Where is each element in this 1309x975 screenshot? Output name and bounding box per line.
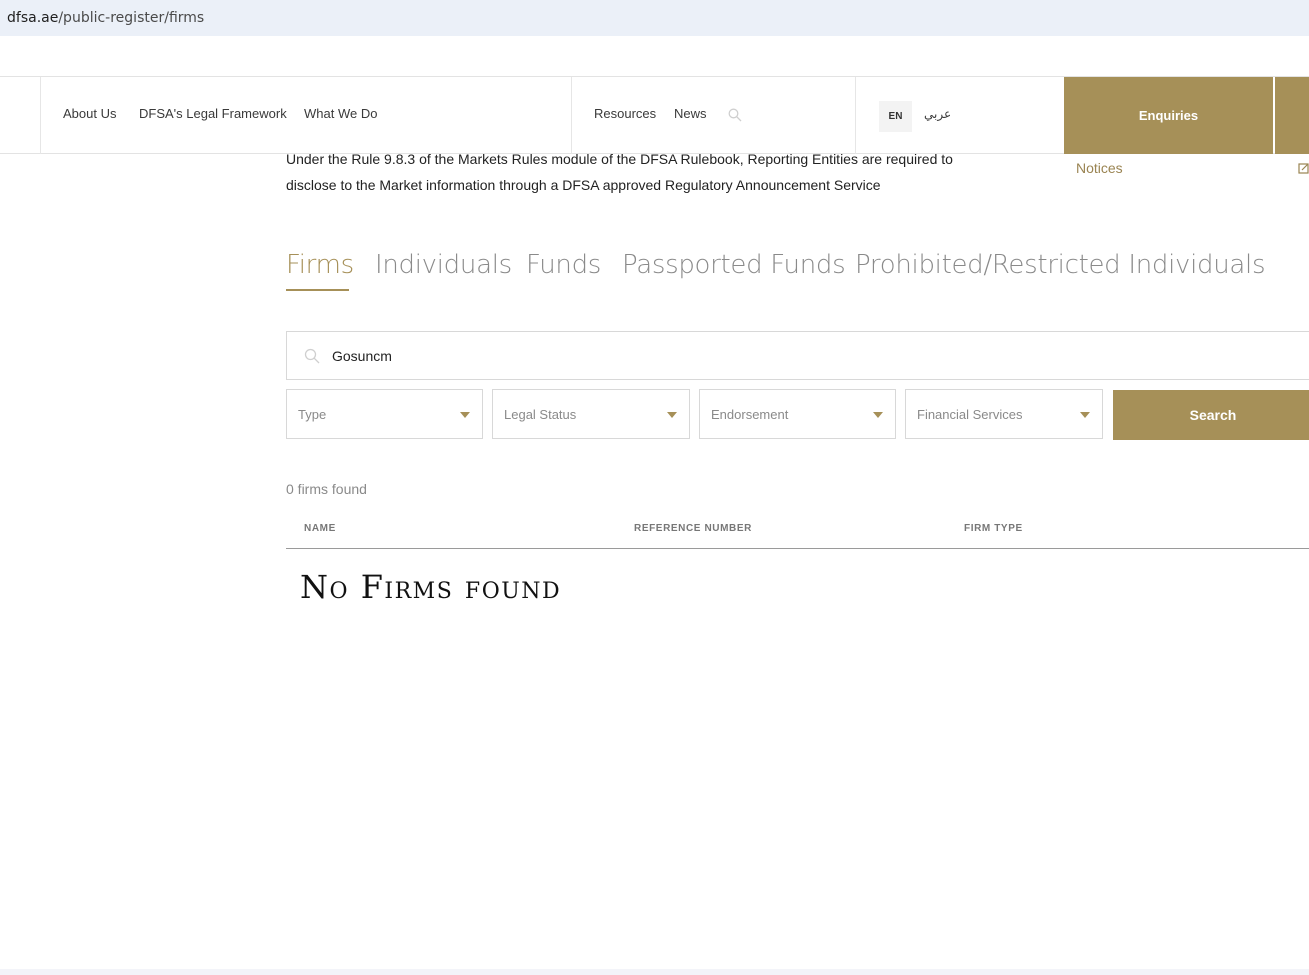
nav-about-us[interactable]: About Us xyxy=(63,106,116,121)
language-ar-button[interactable]: عربي xyxy=(924,107,951,121)
search-icon[interactable] xyxy=(728,108,742,122)
nav-divider xyxy=(855,77,856,154)
legal-status-filter-label: Legal Status xyxy=(504,407,577,422)
empty-results-message: No Firms found xyxy=(300,568,562,606)
caret-down-icon xyxy=(873,412,883,418)
tab-funds[interactable]: Funds xyxy=(526,250,601,280)
nav-divider xyxy=(571,77,572,154)
endorsement-filter-label: Endorsement xyxy=(711,407,789,422)
search-icon xyxy=(304,348,320,364)
url-path: /public-register/firms xyxy=(58,10,205,26)
url-host: dfsa.ae xyxy=(7,10,59,26)
intro-text: Under the Rule 9.8.3 of the Markets Rule… xyxy=(286,151,953,193)
tab-firms[interactable]: Firms xyxy=(286,250,354,280)
page-bottom-edge xyxy=(0,969,1309,975)
active-tab-indicator xyxy=(286,289,349,291)
column-header-name[interactable]: NAME xyxy=(304,523,336,534)
financial-services-filter-label: Financial Services xyxy=(917,407,1023,422)
column-header-reference-number[interactable]: REFERENCE NUMBER xyxy=(634,523,752,534)
browser-url-bar[interactable]: dfsa.ae/public-register/firms xyxy=(0,0,1309,36)
results-count: 0 firms found xyxy=(286,481,367,497)
nav-what-we-do[interactable]: What We Do xyxy=(304,106,377,121)
search-button[interactable]: Search xyxy=(1113,390,1309,440)
nav-news[interactable]: News xyxy=(674,106,707,121)
language-en-button[interactable]: EN xyxy=(879,101,912,132)
caret-down-icon xyxy=(667,412,677,418)
tab-individuals[interactable]: Individuals xyxy=(375,250,512,280)
nav-menu-button[interactable] xyxy=(1275,77,1309,154)
tab-prohibited-restricted-individuals[interactable]: Prohibited/Restricted Individuals xyxy=(855,250,1266,280)
nav-legal-framework[interactable]: DFSA's Legal Framework xyxy=(139,106,287,121)
url-text[interactable]: dfsa.ae/public-register/firms xyxy=(7,10,204,26)
main-navigation: About Us DFSA's Legal Framework What We … xyxy=(0,76,1309,154)
legal-status-filter[interactable]: Legal Status xyxy=(492,389,690,439)
column-header-firm-type[interactable]: FIRM TYPE xyxy=(964,523,1023,534)
firm-search-box[interactable] xyxy=(286,331,1309,380)
financial-services-filter[interactable]: Financial Services xyxy=(905,389,1103,439)
endorsement-filter[interactable]: Endorsement xyxy=(699,389,896,439)
enquiries-button[interactable]: Enquiries xyxy=(1064,77,1273,154)
table-header-divider xyxy=(286,548,1309,549)
nav-divider xyxy=(40,77,41,154)
external-link-icon[interactable] xyxy=(1298,161,1309,174)
search-input[interactable] xyxy=(332,345,932,367)
nav-resources[interactable]: Resources xyxy=(594,106,656,121)
type-filter-label: Type xyxy=(298,407,327,422)
caret-down-icon xyxy=(460,412,470,418)
type-filter[interactable]: Type xyxy=(286,389,483,439)
caret-down-icon xyxy=(1080,412,1090,418)
tab-passported-funds[interactable]: Passported Funds xyxy=(622,250,846,280)
notices-link[interactable]: Notices xyxy=(1076,160,1123,176)
